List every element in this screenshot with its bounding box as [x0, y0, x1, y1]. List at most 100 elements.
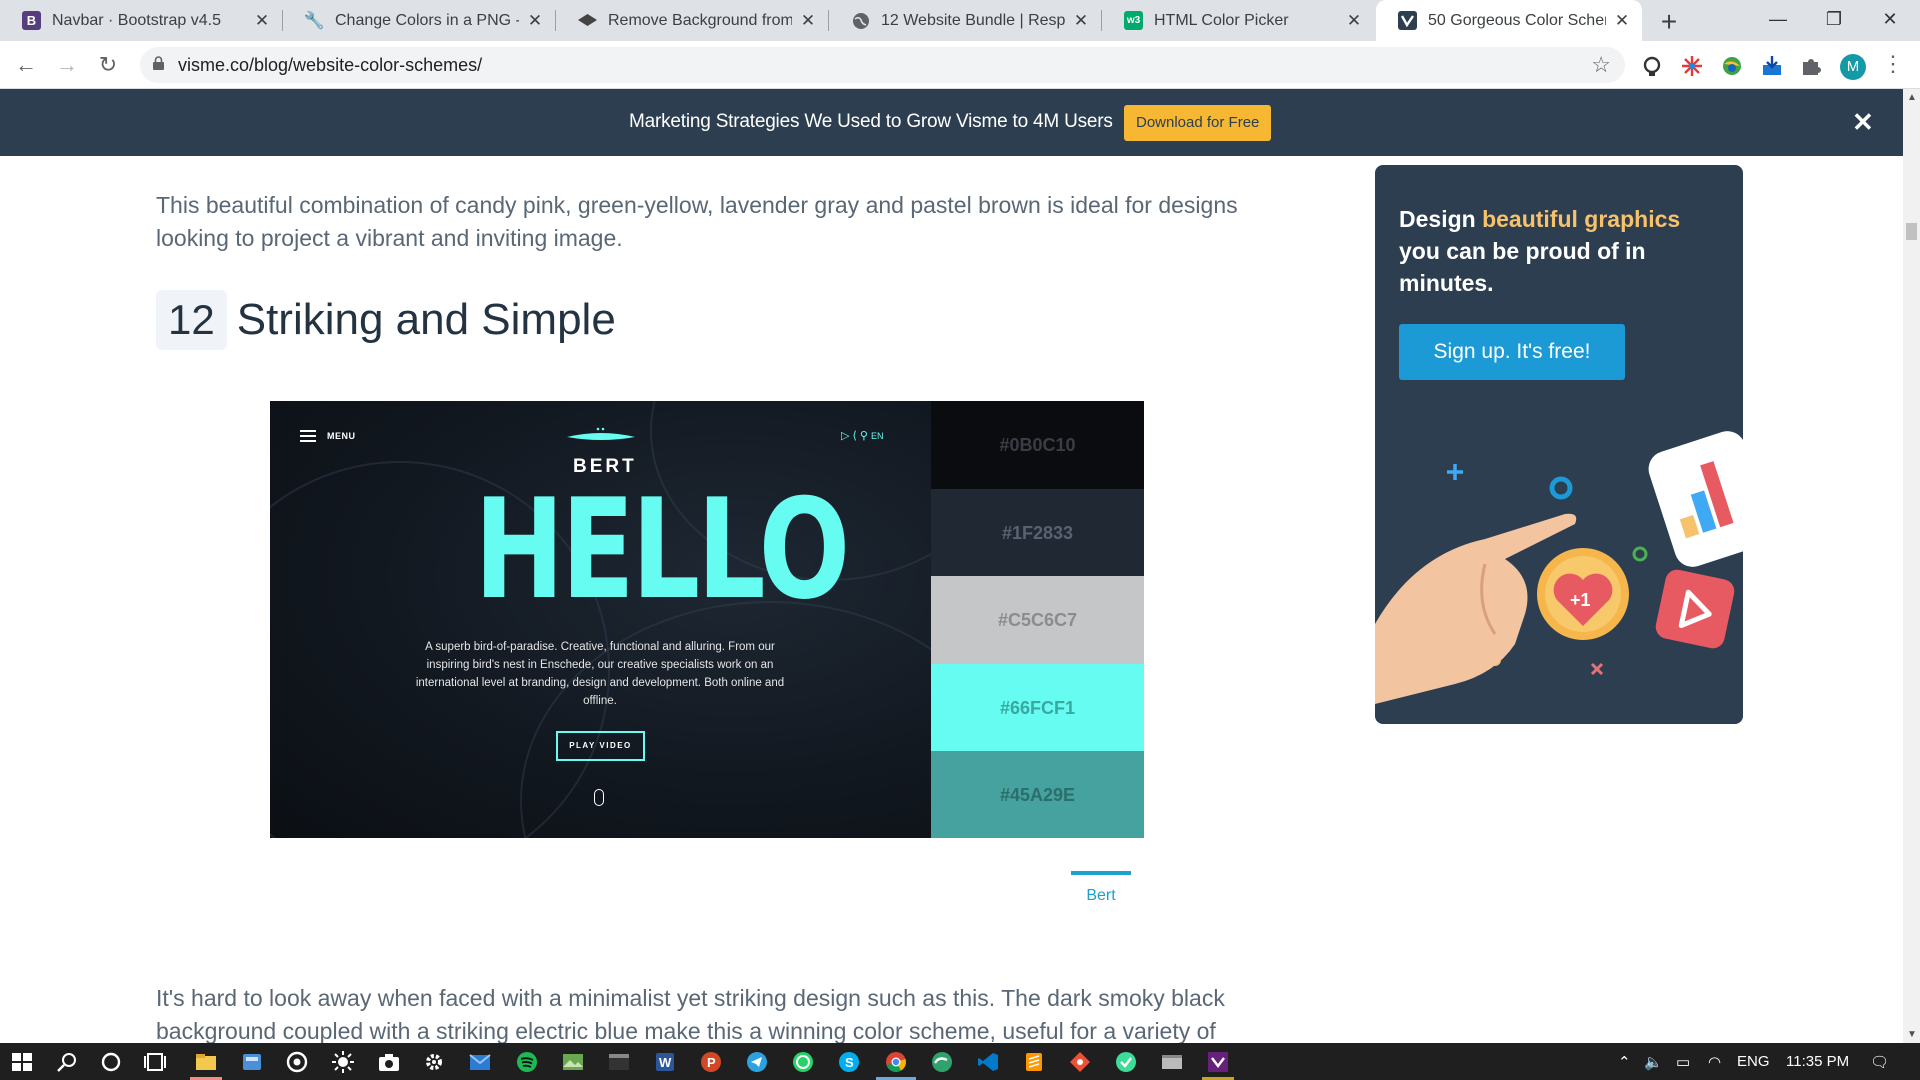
play-video-button: PLAY VIDEO — [556, 731, 645, 761]
windows-start-icon[interactable] — [10, 1050, 34, 1074]
globe-icon — [851, 11, 870, 30]
scroll-down-icon[interactable]: ▼ — [1907, 1029, 1917, 1040]
play-button-icon — [1655, 569, 1735, 649]
language-indicator[interactable]: ENG — [1737, 1053, 1770, 1070]
git-icon[interactable] — [1068, 1050, 1092, 1074]
restore-button[interactable]: ❐ — [1806, 0, 1862, 41]
ad-headline-end: you can be proud of in minutes. — [1399, 238, 1646, 296]
obs-icon[interactable] — [285, 1050, 309, 1074]
download-extension-icon[interactable] — [1760, 54, 1784, 78]
forward-button[interactable]: → — [51, 49, 83, 81]
close-tab-icon[interactable]: ✕ — [798, 11, 818, 31]
tab-title: Change Colors in a PNG - Online — [335, 11, 519, 29]
browser-menu-icon[interactable]: ⋮ — [1882, 51, 1904, 77]
scroll-thumb[interactable] — [1906, 223, 1917, 240]
vscode-icon[interactable] — [976, 1050, 1000, 1074]
swatch-c5c6c7: #C5C6C7 — [931, 576, 1144, 664]
close-tab-icon[interactable]: ✕ — [1344, 11, 1364, 31]
clock[interactable]: 11:35 PM — [1786, 1053, 1849, 1070]
tab-title: 50 Gorgeous Color Schemes — [1428, 11, 1606, 29]
section-title: Striking and Simple — [236, 295, 616, 344]
mail-icon[interactable] — [468, 1050, 492, 1074]
menu-label: MENU — [327, 431, 356, 441]
close-window-button[interactable]: ✕ — [1862, 0, 1918, 41]
promo-text: Marketing Strategies We Used to Grow Vis… — [629, 111, 1113, 132]
skype-icon[interactable]: S — [837, 1050, 861, 1074]
back-button[interactable]: ← — [10, 49, 42, 81]
bookmark-star-icon[interactable]: ☆ — [1591, 52, 1611, 78]
caption-tab-bert[interactable]: Bert — [1071, 887, 1131, 905]
browser-tab-strip: B Navbar · Bootstrap v4.5 ✕ 🔧 Change Col… — [0, 0, 1920, 41]
word-icon[interactable]: W — [653, 1050, 677, 1074]
tab-remove-background[interactable]: Remove Background from Image ✕ — [556, 0, 828, 41]
swatch-45a29e: #45A29E — [931, 751, 1144, 838]
spotify-icon[interactable] — [515, 1050, 539, 1074]
tab-navbar-bootstrap[interactable]: B Navbar · Bootstrap v4.5 ✕ — [0, 0, 282, 41]
telegram-icon[interactable] — [745, 1050, 769, 1074]
vpn-app-icon[interactable] — [1114, 1050, 1138, 1074]
lock-icon — [153, 56, 164, 70]
tab-title: Navbar · Bootstrap v4.5 — [52, 11, 221, 29]
task-view-icon[interactable] — [143, 1050, 167, 1074]
puzzle-extensions-icon[interactable] — [1799, 54, 1823, 78]
close-banner-icon[interactable]: ✕ — [1852, 107, 1874, 138]
svg-text:S: S — [845, 1055, 854, 1070]
download-free-button[interactable]: Download for Free — [1124, 105, 1272, 141]
window-app-icon[interactable] — [1160, 1050, 1184, 1074]
action-center-icon[interactable]: 🗨 — [1870, 1053, 1889, 1071]
close-tab-icon[interactable]: ✕ — [252, 11, 272, 31]
body-paragraph: It's hard to look away when faced with a… — [156, 985, 1225, 1043]
settings-gear-icon[interactable] — [422, 1050, 446, 1074]
scroll-up-icon[interactable]: ▲ — [1907, 92, 1917, 103]
whatsapp-icon[interactable] — [791, 1050, 815, 1074]
photos-icon[interactable] — [561, 1050, 585, 1074]
signup-ad-panel: Design beautiful graphics you can be pro… — [1375, 165, 1743, 724]
swatch-66fcf1: #66FCF1 — [931, 664, 1144, 752]
file-explorer-icon[interactable] — [194, 1050, 218, 1074]
powerpoint-icon[interactable]: P — [699, 1050, 723, 1074]
new-tab-button[interactable]: + — [1655, 6, 1683, 38]
sparkle-extension-icon[interactable] — [1680, 54, 1704, 78]
sublime-text-icon[interactable] — [1022, 1050, 1046, 1074]
bar-chart-card-icon — [1648, 431, 1743, 567]
chrome-icon[interactable] — [884, 1050, 908, 1074]
cortana-icon[interactable] — [99, 1050, 123, 1074]
page-scrollbar[interactable]: ▲ ▼ — [1903, 89, 1920, 1043]
tray-chevron-icon[interactable]: ⌃ — [1618, 1053, 1631, 1071]
url-text: visme.co/blog/website-color-schemes/ — [178, 55, 483, 75]
tab-html-color-picker[interactable]: w3 HTML Color Picker ✕ — [1102, 0, 1374, 41]
terminal-icon[interactable] — [607, 1050, 631, 1074]
swatch-hex: #66FCF1 — [999, 698, 1076, 718]
profile-avatar[interactable]: M — [1840, 54, 1866, 80]
signup-button[interactable]: Sign up. It's free! — [1399, 324, 1625, 380]
tab-change-colors[interactable]: 🔧 Change Colors in a PNG - Online ✕ — [283, 0, 555, 41]
caption-tab-indicator — [1071, 871, 1131, 875]
calculator-app-icon[interactable] — [240, 1050, 264, 1074]
address-bar[interactable]: visme.co/blog/website-color-schemes/ ☆ — [140, 47, 1625, 83]
close-tab-icon[interactable]: ✕ — [1071, 11, 1091, 31]
edge-icon[interactable] — [930, 1050, 954, 1074]
github-extension-icon[interactable] — [1640, 54, 1664, 78]
hero-description: A superb bird-of-paradise. Creative, fun… — [415, 641, 785, 707]
article-intro: This beautiful combination of candy pink… — [156, 189, 1266, 255]
wifi-icon[interactable]: ◠ — [1708, 1053, 1721, 1071]
section-number: 12 — [156, 290, 227, 350]
reload-button[interactable]: ↻ — [92, 49, 124, 81]
search-icon[interactable] — [55, 1050, 79, 1074]
tab-color-schemes[interactable]: 50 Gorgeous Color Schemes ✕ — [1376, 0, 1642, 41]
close-tab-icon[interactable]: ✕ — [1612, 11, 1632, 31]
globe-extension-icon[interactable] — [1720, 54, 1744, 78]
battery-icon[interactable]: ▭ — [1676, 1053, 1690, 1071]
tab-website-bundle[interactable]: 12 Website Bundle | Responsive ✕ — [829, 0, 1101, 41]
bootstrap-icon: B — [22, 11, 41, 30]
wrench-icon: 🔧 — [303, 10, 326, 30]
swatch-hex: #C5C6C7 — [997, 610, 1078, 630]
intro-paragraph: This beautiful combination of candy pink… — [156, 192, 1238, 251]
minimize-button[interactable]: — — [1750, 0, 1806, 41]
volume-icon[interactable]: 🔈 — [1644, 1053, 1663, 1071]
svg-text:+1: +1 — [1570, 590, 1591, 610]
brightness-icon[interactable] — [331, 1050, 355, 1074]
camera-icon[interactable] — [377, 1050, 401, 1074]
close-tab-icon[interactable]: ✕ — [525, 11, 545, 31]
visual-studio-icon[interactable] — [1206, 1050, 1230, 1074]
